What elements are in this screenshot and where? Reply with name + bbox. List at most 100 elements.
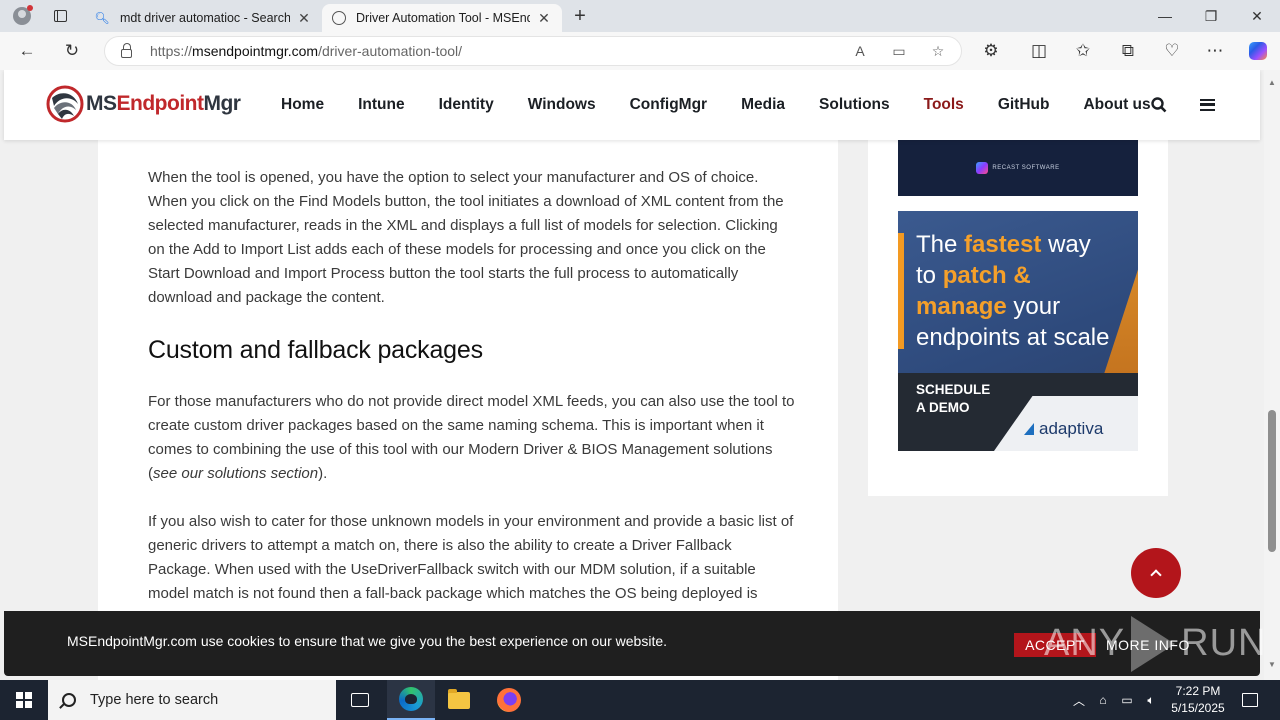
extensions-icon[interactable]: ⚙ bbox=[976, 32, 1006, 70]
nav-media[interactable]: Media bbox=[741, 96, 785, 114]
split-screen-icon[interactable]: ◫ bbox=[1024, 32, 1054, 70]
performance-icon[interactable]: ♡ bbox=[1157, 32, 1187, 70]
nav-solutions[interactable]: Solutions bbox=[819, 96, 890, 114]
tab-search[interactable]: 🔍︎ mdt driver automatioc - Search ✕ bbox=[84, 4, 322, 32]
taskbar-search-box[interactable]: Type here to search bbox=[48, 680, 336, 720]
minimize-button[interactable]: — bbox=[1142, 0, 1188, 32]
main-nav: Home Intune Identity Windows ConfigMgr M… bbox=[264, 70, 1168, 140]
nav-about-us[interactable]: About us bbox=[1083, 96, 1150, 114]
nav-tools[interactable]: Tools bbox=[924, 96, 964, 114]
page-scrollbar[interactable]: ▲ ▼ bbox=[1264, 70, 1280, 680]
anyrun-watermark: ANY RUN bbox=[1044, 611, 1264, 676]
profile-button[interactable] bbox=[8, 0, 36, 32]
chevron-up-icon bbox=[1150, 569, 1162, 581]
adaptiva-logo-icon bbox=[1024, 423, 1034, 435]
close-window-button[interactable]: ✕ bbox=[1234, 0, 1280, 32]
taskbar-clock[interactable]: 7:22 PM 5/15/2025 bbox=[1160, 683, 1236, 717]
adaptiva-ad-banner[interactable]: The fastest way to patch & manage your e… bbox=[898, 211, 1138, 451]
paragraph-fallback-package: If you also wish to cater for those unkn… bbox=[148, 513, 794, 602]
scrollbar-thumb[interactable] bbox=[1268, 410, 1276, 552]
edge-taskbar-button[interactable] bbox=[387, 680, 435, 720]
logo-text: MSEndpointMgr bbox=[86, 92, 241, 115]
article-content: When the tool is opened, you have the op… bbox=[98, 140, 838, 680]
notifications-button[interactable] bbox=[1236, 680, 1264, 720]
paragraph-custom-packages: For those manufacturers who do not provi… bbox=[148, 393, 795, 482]
task-view-icon bbox=[351, 693, 369, 707]
tab-actions-icon bbox=[53, 10, 67, 22]
tab-actions-button[interactable] bbox=[46, 0, 74, 32]
nav-identity[interactable]: Identity bbox=[439, 96, 494, 114]
cookie-message: MSEndpointMgr.com use cookies to ensure … bbox=[67, 633, 668, 649]
msendpointmgr-logo-icon bbox=[46, 85, 84, 123]
recast-brand: RECAST SOFTWARE bbox=[976, 162, 1059, 174]
favorites-icon[interactable]: ✩ bbox=[1068, 32, 1098, 70]
tab-title: Driver Automation Tool - MSEndpointMgr bbox=[356, 11, 530, 25]
meet-now-icon[interactable]: ⌂ bbox=[1092, 680, 1114, 720]
volume-icon[interactable]: 🔈︎ bbox=[1140, 680, 1162, 720]
heading-custom-fallback: Custom and fallback packages bbox=[148, 336, 483, 364]
solutions-section-link[interactable]: see our solutions section bbox=[153, 465, 318, 482]
schedule-demo-cta[interactable]: SCHEDULE A DEMO bbox=[916, 381, 990, 417]
cookie-banner: MSEndpointMgr.com use cookies to ensure … bbox=[4, 611, 1264, 676]
play-logo-icon bbox=[1131, 615, 1176, 672]
firefox-icon bbox=[497, 688, 521, 712]
search-button[interactable] bbox=[1146, 70, 1172, 140]
nav-home[interactable]: Home bbox=[281, 96, 324, 114]
firefox-taskbar-button[interactable] bbox=[485, 680, 533, 720]
read-aloud-icon[interactable]: A bbox=[847, 37, 873, 65]
back-button[interactable]: ← bbox=[12, 32, 42, 70]
new-tab-button[interactable]: + bbox=[566, 0, 594, 32]
site-header: MSEndpointMgr Home Intune Identity Windo… bbox=[4, 70, 1260, 140]
adaptiva-logo: adaptiva bbox=[1024, 419, 1103, 439]
recast-logo-icon bbox=[976, 162, 989, 174]
web-page: MSEndpointMgr Home Intune Identity Windo… bbox=[0, 70, 1264, 680]
task-view-button[interactable] bbox=[336, 680, 384, 720]
show-hidden-icons-button[interactable]: ︿ bbox=[1068, 680, 1090, 720]
file-explorer-taskbar-button[interactable] bbox=[435, 680, 483, 720]
search-favicon-icon: 🔍︎ bbox=[94, 11, 110, 25]
notification-icon bbox=[1242, 693, 1258, 707]
recast-ad-banner[interactable]: RECAST SOFTWARE bbox=[898, 140, 1138, 196]
scroll-up-arrow-icon[interactable]: ▲ bbox=[1264, 74, 1280, 90]
refresh-button[interactable]: ↻ bbox=[57, 32, 87, 70]
search-icon bbox=[1151, 97, 1167, 113]
sidebar: RECAST SOFTWARE The fastest way to patch… bbox=[868, 140, 1168, 496]
nav-configmgr[interactable]: ConfigMgr bbox=[630, 96, 707, 114]
lock-icon bbox=[121, 42, 132, 58]
start-button[interactable] bbox=[0, 680, 48, 720]
tab-title: mdt driver automatioc - Search bbox=[120, 11, 290, 25]
tab-bar: 🔍︎ mdt driver automatioc - Search ✕ Driv… bbox=[0, 0, 1280, 32]
favorite-star-icon[interactable]: ☆ bbox=[925, 37, 951, 65]
nav-intune[interactable]: Intune bbox=[358, 96, 405, 114]
windows-taskbar: Type here to search ︿ ⌂ ▭ 🔈︎ 7:22 PM 5/1… bbox=[0, 680, 1280, 720]
network-icon[interactable]: ▭ bbox=[1116, 680, 1138, 720]
ad-headline: The fastest way to patch & manage your e… bbox=[916, 231, 1110, 351]
nav-github[interactable]: GitHub bbox=[998, 96, 1050, 114]
copilot-icon[interactable] bbox=[1243, 32, 1273, 70]
close-tab-icon[interactable]: ✕ bbox=[296, 10, 312, 27]
globe-favicon-icon bbox=[332, 11, 346, 25]
site-logo[interactable]: MSEndpointMgr bbox=[46, 84, 241, 124]
collections-icon[interactable]: ⧉ bbox=[1113, 32, 1143, 70]
scroll-down-arrow-icon[interactable]: ▼ bbox=[1264, 656, 1280, 672]
nav-windows[interactable]: Windows bbox=[528, 96, 596, 114]
windows-logo-icon bbox=[16, 692, 32, 708]
hamburger-icon bbox=[1199, 99, 1215, 111]
tab-driver-automation[interactable]: Driver Automation Tool - MSEndpointMgr ✕ bbox=[322, 4, 562, 32]
taskbar-search-placeholder: Type here to search bbox=[90, 692, 219, 708]
paragraph-tool-usage: When the tool is opened, you have the op… bbox=[148, 169, 784, 306]
edge-icon bbox=[399, 687, 423, 711]
search-icon bbox=[62, 693, 76, 707]
notification-dot-icon bbox=[27, 5, 33, 11]
close-tab-icon[interactable]: ✕ bbox=[536, 10, 552, 27]
immersive-reader-icon[interactable]: ▭ bbox=[886, 37, 912, 65]
url-text[interactable]: https://msendpointmgr.com/driver-automat… bbox=[150, 43, 462, 59]
ad-accent-bar bbox=[898, 233, 904, 349]
address-toolbar: ← ↻ https://msendpointmgr.com/driver-aut… bbox=[0, 32, 1280, 70]
menu-button[interactable] bbox=[1194, 70, 1220, 140]
folder-icon bbox=[448, 688, 470, 709]
restore-button[interactable]: ❐ bbox=[1188, 0, 1234, 32]
scroll-to-top-button[interactable] bbox=[1131, 548, 1181, 598]
address-bar[interactable]: https://msendpointmgr.com/driver-automat… bbox=[104, 36, 962, 66]
more-menu-icon[interactable]: ⋯ bbox=[1200, 32, 1230, 70]
